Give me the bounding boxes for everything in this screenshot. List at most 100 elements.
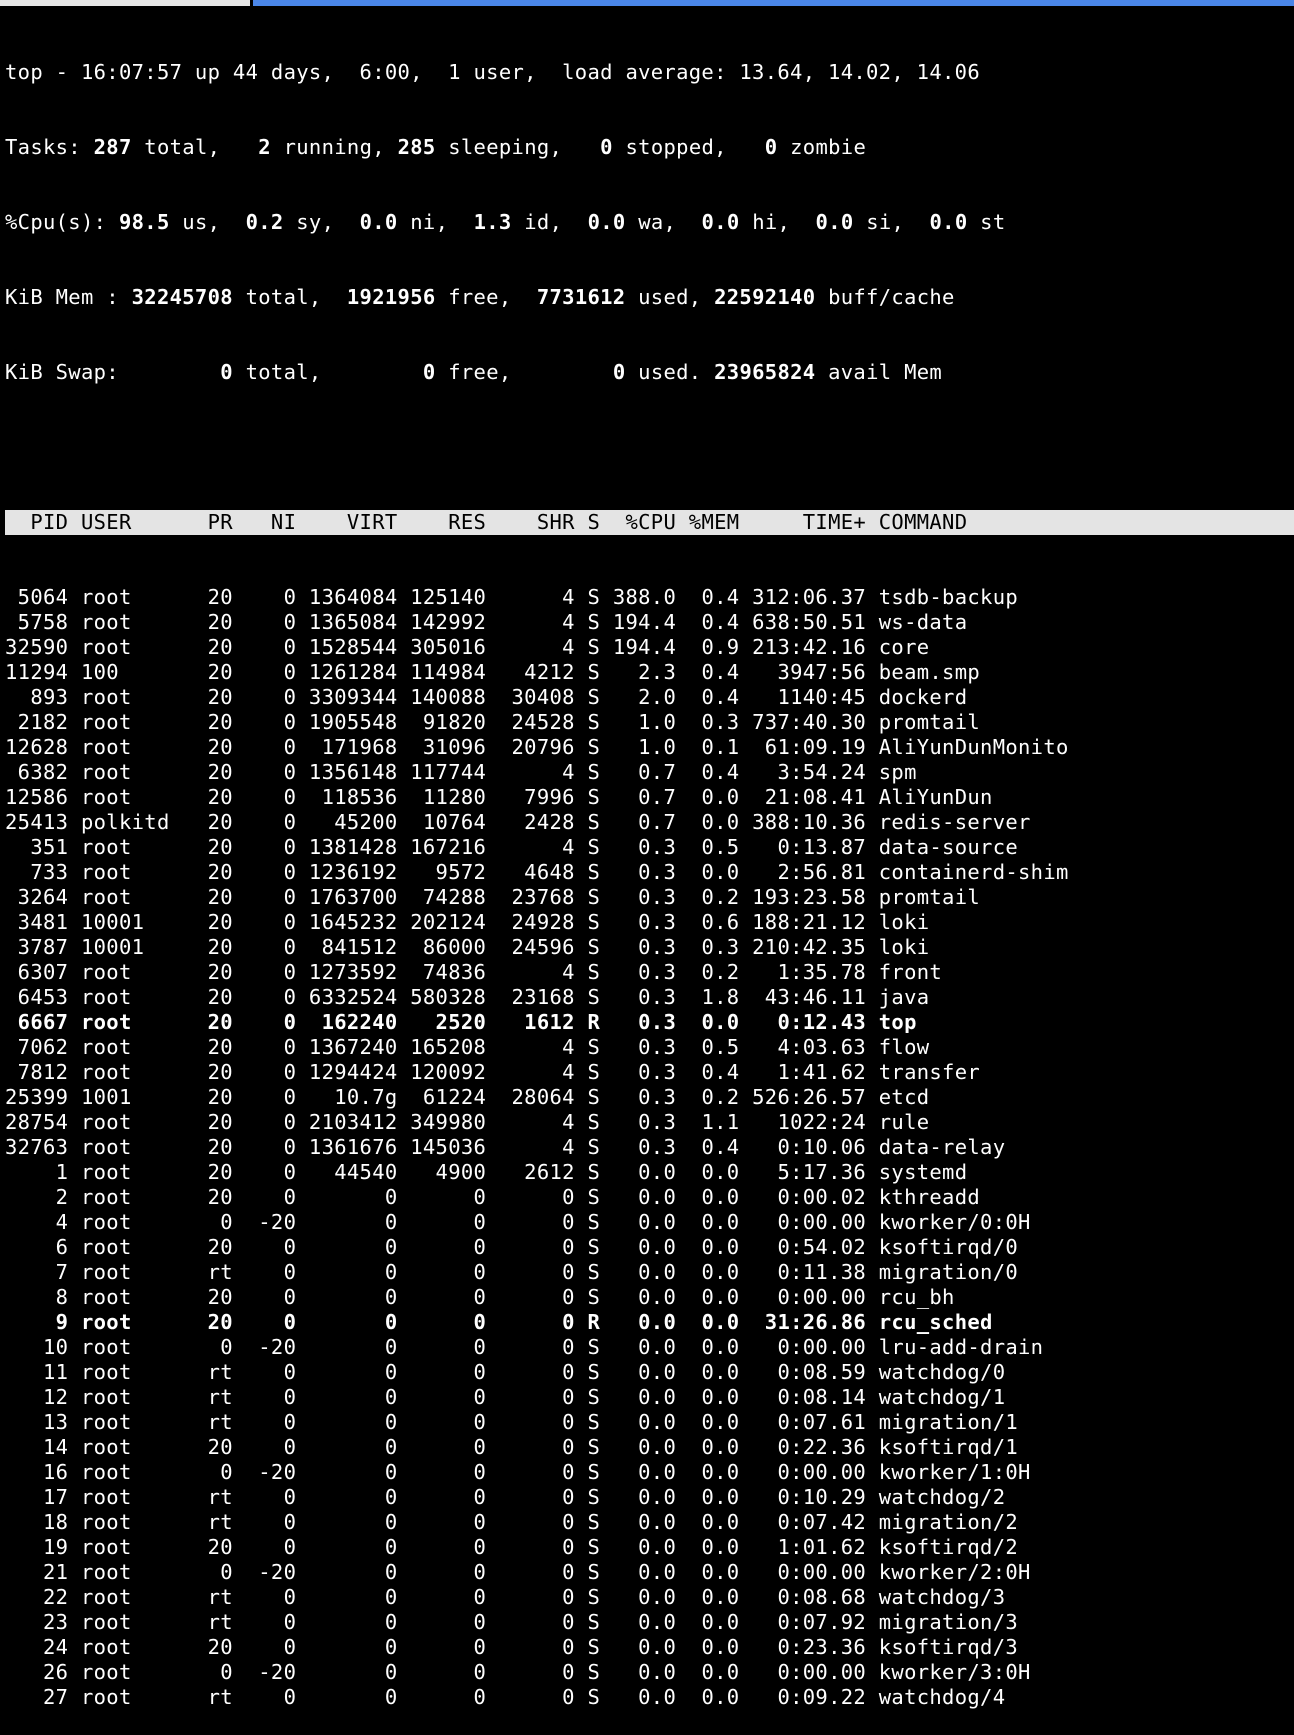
cell-s: S (574, 735, 601, 759)
cell-cpu: 0.0 (600, 1460, 677, 1484)
process-row[interactable]: 28754 root 20 0 2103412 349980 4 S 0.3 1… (5, 1110, 1294, 1135)
process-row[interactable]: 6 root 20 0 0 0 0 S 0.0 0.0 0:54.02 ksof… (5, 1235, 1294, 1260)
process-row[interactable]: 11 root rt 0 0 0 0 S 0.0 0.0 0:08.59 wat… (5, 1360, 1294, 1385)
terminal-output[interactable]: top - 16:07:57 up 44 days, 6:00, 1 user,… (5, 10, 1294, 1735)
column-header-time[interactable]: TIME+ (739, 510, 866, 534)
process-row[interactable]: 26 root 0 -20 0 0 0 S 0.0 0.0 0:00.00 kw… (5, 1660, 1294, 1685)
column-header-res[interactable]: RES (398, 510, 487, 534)
column-header-cmd[interactable]: COMMAND (866, 510, 1069, 534)
cell-shr: 4 (486, 1110, 575, 1134)
cell-ni: 0 (232, 1410, 297, 1434)
column-header-mem[interactable]: %MEM (676, 510, 739, 534)
process-row[interactable]: 25399 1001 20 0 10.7g 61224 28064 S 0.3 … (5, 1085, 1294, 1110)
column-header-s[interactable]: S (575, 510, 600, 534)
process-row[interactable]: 11294 100 20 0 1261284 114984 4212 S 2.3… (5, 660, 1294, 685)
process-row[interactable]: 733 root 20 0 1236192 9572 4648 S 0.3 0.… (5, 860, 1294, 885)
process-row[interactable]: 25413 polkitd 20 0 45200 10764 2428 S 0.… (5, 810, 1294, 835)
process-row[interactable]: 10 root 0 -20 0 0 0 S 0.0 0.0 0:00.00 lr… (5, 1335, 1294, 1360)
process-row[interactable]: 8 root 20 0 0 0 0 S 0.0 0.0 0:00.00 rcu_… (5, 1285, 1294, 1310)
cell-ni: 0 (232, 1535, 297, 1559)
cell-cmd: etcd (866, 1085, 1069, 1109)
cell-res: 0 (397, 1585, 487, 1609)
column-header-ni[interactable]: NI (233, 510, 296, 534)
process-row[interactable]: 14 root 20 0 0 0 0 S 0.0 0.0 0:22.36 kso… (5, 1435, 1294, 1460)
cell-cmd: spm (866, 760, 1069, 784)
process-row[interactable]: 1 root 20 0 44540 4900 2612 S 0.0 0.0 5:… (5, 1160, 1294, 1185)
process-row[interactable]: 3481 10001 20 0 1645232 202124 24928 S 0… (5, 910, 1294, 935)
process-row[interactable]: 12 root rt 0 0 0 0 S 0.0 0.0 0:08.14 wat… (5, 1385, 1294, 1410)
cell-user: root (68, 1285, 195, 1309)
process-row[interactable]: 2182 root 20 0 1905548 91820 24528 S 1.0… (5, 710, 1294, 735)
process-table-body: 5064 root 20 0 1364084 125140 4 S 388.0 … (5, 585, 1294, 1710)
process-row[interactable]: 17 root rt 0 0 0 0 S 0.0 0.0 0:10.29 wat… (5, 1485, 1294, 1510)
cell-virt: 0 (296, 1460, 398, 1484)
cell-shr: 0 (486, 1610, 575, 1634)
terminal-tab-inactive[interactable] (0, 0, 250, 6)
cell-ni: 0 (232, 1385, 297, 1409)
cell-time: 0:54.02 (739, 1235, 867, 1259)
cell-time: 0:00.00 (739, 1560, 867, 1584)
process-row[interactable]: 351 root 20 0 1381428 167216 4 S 0.3 0.5… (5, 835, 1294, 860)
cell-cmd: loki (866, 910, 1069, 934)
cell-pid: 25399 (5, 1085, 69, 1109)
cell-time: 0:07.61 (739, 1410, 867, 1434)
process-row[interactable]: 6307 root 20 0 1273592 74836 4 S 0.3 0.2… (5, 960, 1294, 985)
process-row[interactable]: 3264 root 20 0 1763700 74288 23768 S 0.3… (5, 885, 1294, 910)
cell-mem: 0.4 (676, 1135, 740, 1159)
process-row[interactable]: 9 root 20 0 0 0 0 R 0.0 0.0 31:26.86 rcu… (5, 1310, 1294, 1335)
process-row[interactable]: 21 root 0 -20 0 0 0 S 0.0 0.0 0:00.00 kw… (5, 1560, 1294, 1585)
cell-ni: 0 (232, 1010, 297, 1034)
cell-s: S (574, 1385, 601, 1409)
process-row[interactable]: 7812 root 20 0 1294424 120092 4 S 0.3 0.… (5, 1060, 1294, 1085)
process-row[interactable]: 7 root rt 0 0 0 0 S 0.0 0.0 0:11.38 migr… (5, 1260, 1294, 1285)
column-header-virt[interactable]: VIRT (296, 510, 397, 534)
process-row[interactable]: 4 root 0 -20 0 0 0 S 0.0 0.0 0:00.00 kwo… (5, 1210, 1294, 1235)
cpu-si-label: si, (853, 210, 930, 234)
process-row[interactable]: 7062 root 20 0 1367240 165208 4 S 0.3 0.… (5, 1035, 1294, 1060)
terminal-tab-active[interactable] (253, 0, 1294, 6)
column-header-pid[interactable]: PID (5, 510, 68, 534)
cpu-wa: 0.0 (587, 210, 626, 234)
column-header-shr[interactable]: SHR (486, 510, 575, 534)
cell-ni: 0 (232, 735, 297, 759)
cell-pr: 20 (194, 1035, 233, 1059)
column-header-cpu[interactable]: %CPU (600, 510, 676, 534)
cell-s: S (574, 685, 601, 709)
cell-pr: 20 (194, 635, 233, 659)
column-header-user[interactable]: USER (68, 510, 195, 534)
process-row[interactable]: 893 root 20 0 3309344 140088 30408 S 2.0… (5, 685, 1294, 710)
process-row[interactable]: 5758 root 20 0 1365084 142992 4 S 194.4 … (5, 610, 1294, 635)
process-row[interactable]: 27 root rt 0 0 0 0 S 0.0 0.0 0:09.22 wat… (5, 1685, 1294, 1710)
cell-cmd: tsdb-backup (866, 585, 1069, 609)
cell-user: root (68, 1610, 195, 1634)
cell-ni: 0 (232, 1585, 297, 1609)
process-row[interactable]: 23 root rt 0 0 0 0 S 0.0 0.0 0:07.92 mig… (5, 1610, 1294, 1635)
process-row[interactable]: 2 root 20 0 0 0 0 S 0.0 0.0 0:00.02 kthr… (5, 1185, 1294, 1210)
process-row[interactable]: 16 root 0 -20 0 0 0 S 0.0 0.0 0:00.00 kw… (5, 1460, 1294, 1485)
process-row[interactable]: 18 root rt 0 0 0 0 S 0.0 0.0 0:07.42 mig… (5, 1510, 1294, 1535)
mem-cache-label: buff/cache (815, 285, 955, 309)
process-row[interactable]: 12628 root 20 0 171968 31096 20796 S 1.0… (5, 735, 1294, 760)
process-row[interactable]: 13 root rt 0 0 0 0 S 0.0 0.0 0:07.61 mig… (5, 1410, 1294, 1435)
cell-cpu: 0.0 (600, 1285, 677, 1309)
process-row[interactable]: 24 root 20 0 0 0 0 S 0.0 0.0 0:23.36 kso… (5, 1635, 1294, 1660)
process-row[interactable]: 6382 root 20 0 1356148 117744 4 S 0.7 0.… (5, 760, 1294, 785)
process-row[interactable]: 6453 root 20 0 6332524 580328 23168 S 0.… (5, 985, 1294, 1010)
cell-pid: 1 (5, 1160, 69, 1184)
process-row[interactable]: 22 root rt 0 0 0 0 S 0.0 0.0 0:08.68 wat… (5, 1585, 1294, 1610)
cell-virt: 1381428 (296, 835, 398, 859)
cell-mem: 0.0 (676, 1385, 740, 1409)
process-row[interactable]: 19 root 20 0 0 0 0 S 0.0 0.0 1:01.62 kso… (5, 1535, 1294, 1560)
cell-res: 91820 (397, 710, 487, 734)
cell-pr: rt (194, 1410, 233, 1434)
process-row[interactable]: 32590 root 20 0 1528544 305016 4 S 194.4… (5, 635, 1294, 660)
cell-virt: 0 (296, 1660, 398, 1684)
column-header-pr[interactable]: PR (195, 510, 233, 534)
process-row[interactable]: 12586 root 20 0 118536 11280 7996 S 0.7 … (5, 785, 1294, 810)
process-row[interactable]: 5064 root 20 0 1364084 125140 4 S 388.0 … (5, 585, 1294, 610)
process-row[interactable]: 32763 root 20 0 1361676 145036 4 S 0.3 0… (5, 1135, 1294, 1160)
cell-ni: 0 (232, 1685, 297, 1709)
process-row[interactable]: 3787 10001 20 0 841512 86000 24596 S 0.3… (5, 935, 1294, 960)
cell-cpu: 0.3 (600, 1085, 677, 1109)
process-row[interactable]: 6667 root 20 0 162240 2520 1612 R 0.3 0.… (5, 1010, 1294, 1035)
